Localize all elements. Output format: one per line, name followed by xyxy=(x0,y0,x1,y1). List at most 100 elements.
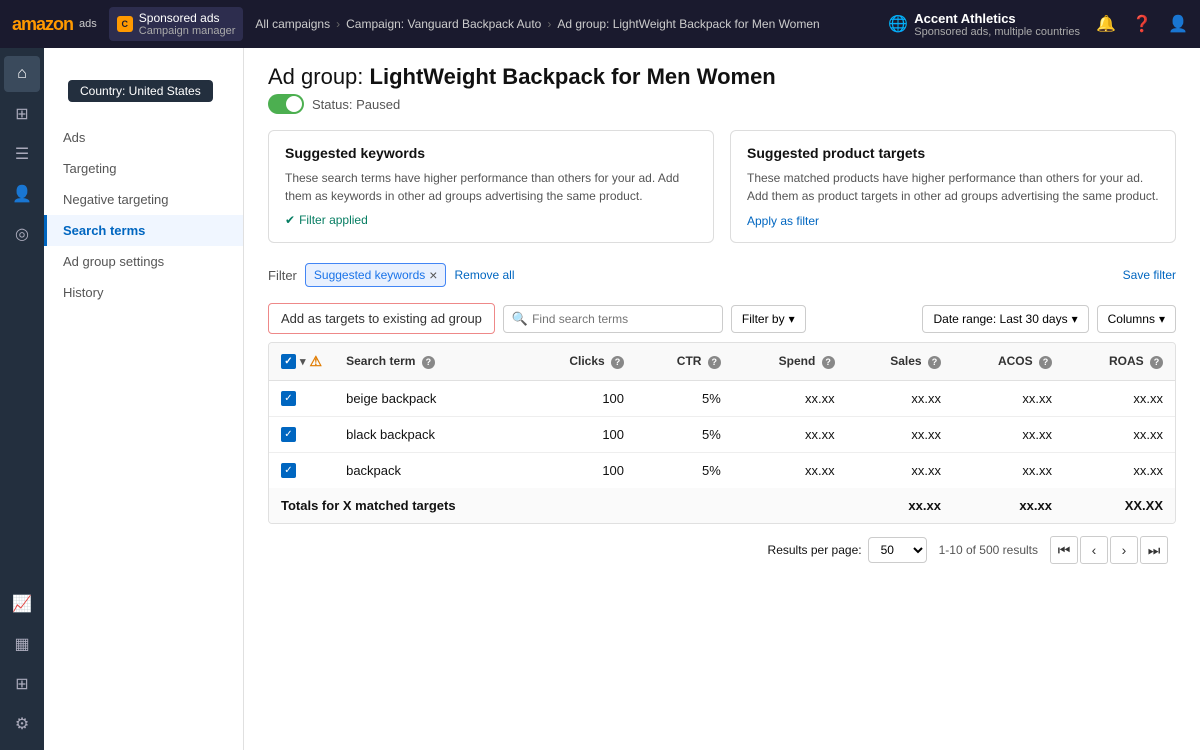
suggested-keywords-title: Suggested keywords xyxy=(285,145,697,161)
sidebar-chart-icon[interactable]: 📈 xyxy=(4,586,40,622)
suggestion-cards: Suggested keywords These search terms ha… xyxy=(268,130,1176,243)
cm-subtitle: Campaign manager xyxy=(139,25,236,37)
header-checkbox[interactable] xyxy=(281,354,296,369)
sidebar-list-icon[interactable]: ☰ xyxy=(4,136,40,172)
breadcrumb-campaign[interactable]: Campaign: Vanguard Backpack Auto xyxy=(346,17,541,31)
th-acos-info-icon[interactable]: ? xyxy=(1039,356,1052,369)
th-ctr-info-icon[interactable]: ? xyxy=(708,356,721,369)
row-roas: xx.xx xyxy=(1064,453,1175,489)
nav-right: 🌐 Accent Athletics Sponsored ads, multip… xyxy=(888,11,1188,38)
th-search-term-info-icon[interactable]: ? xyxy=(422,356,435,369)
amazon-logo: amazon ads xyxy=(12,14,97,35)
th-clicks-label: Clicks xyxy=(569,354,604,368)
nav-item-negative-targeting[interactable]: Negative targeting xyxy=(44,184,243,215)
cm-icon: C xyxy=(117,16,133,32)
country-badge[interactable]: Country: United States xyxy=(68,80,213,102)
th-search-term-label: Search term xyxy=(346,354,415,368)
row-clicks: 100 xyxy=(524,453,636,489)
nav-item-ad-group-settings[interactable]: Ad group settings xyxy=(44,246,243,277)
th-clicks: Clicks ? xyxy=(524,343,636,381)
page-title-bold: LightWeight Backpack for Men Women xyxy=(370,64,776,89)
nav-item-targeting[interactable]: Targeting xyxy=(44,153,243,184)
account-sub: Sponsored ads, multiple countries xyxy=(914,26,1080,38)
next-page-button[interactable]: › xyxy=(1110,536,1138,564)
pagination-row: Results per page: 50 25 100 1-10 of 500 … xyxy=(268,524,1176,576)
th-clicks-info-icon[interactable]: ? xyxy=(611,356,624,369)
th-sales-label: Sales xyxy=(890,354,921,368)
filter-chip-close-icon[interactable]: × xyxy=(429,267,437,283)
sidebar-grid-icon[interactable]: ⊞ xyxy=(4,96,40,132)
th-spend-info-icon[interactable]: ? xyxy=(822,356,835,369)
account-name: Accent Athletics xyxy=(914,11,1080,26)
th-roas-label: ROAS xyxy=(1109,354,1144,368)
sidebar-bar-icon[interactable]: ▦ xyxy=(4,626,40,662)
status-toggle[interactable] xyxy=(268,94,304,114)
nav-item-history[interactable]: History xyxy=(44,277,243,308)
account-info: 🌐 Accent Athletics Sponsored ads, multip… xyxy=(888,11,1080,38)
th-roas-info-icon[interactable]: ? xyxy=(1150,356,1163,369)
apply-filter-link[interactable]: Apply as filter xyxy=(747,214,819,228)
sidebar: ⌂ ⊞ ☰ 👤 ◎ 📈 ▦ ⊞ ⚙ xyxy=(0,48,44,750)
th-sales-info-icon[interactable]: ? xyxy=(928,356,941,369)
first-page-button[interactable]: ⏮ xyxy=(1050,536,1078,564)
row-ctr: 5% xyxy=(636,381,733,417)
row-spend: xx.xx xyxy=(733,453,847,489)
totals-clicks xyxy=(524,488,636,523)
main-content: Country: United States Ads Targeting Neg… xyxy=(44,48,1200,750)
sidebar-person-icon[interactable]: 👤 xyxy=(4,176,40,212)
row-roas: xx.xx xyxy=(1064,381,1175,417)
filter-row-left: Filter Suggested keywords × Remove all xyxy=(268,263,515,287)
checkmark-icon: ✔ xyxy=(285,213,295,227)
row-sales: xx.xx xyxy=(847,381,953,417)
th-roas: ROAS ? xyxy=(1064,343,1175,381)
toolbar: Add as targets to existing ad group 🔍 Fi… xyxy=(268,295,1176,342)
save-filter-link[interactable]: Save filter xyxy=(1123,268,1176,282)
filter-applied-text: Filter applied xyxy=(299,213,368,227)
filter-chip[interactable]: Suggested keywords × xyxy=(305,263,447,287)
help-icon[interactable]: ❓ xyxy=(1132,14,1152,34)
suggested-product-targets-title: Suggested product targets xyxy=(747,145,1159,161)
th-ctr: CTR ? xyxy=(636,343,733,381)
add-targets-button[interactable]: Add as targets to existing ad group xyxy=(268,303,495,334)
columns-chevron-icon: ▾ xyxy=(1159,312,1165,326)
results-per-page-select[interactable]: 50 25 100 xyxy=(868,537,927,563)
breadcrumb-all-campaigns[interactable]: All campaigns xyxy=(255,17,330,31)
row-checkbox[interactable] xyxy=(281,427,296,442)
data-table: ▾ ⚠ Search term ? Clicks ? xyxy=(269,343,1175,523)
totals-spend xyxy=(733,488,847,523)
sidebar-home-icon[interactable]: ⌂ xyxy=(4,56,40,92)
last-page-button[interactable]: ⏭ xyxy=(1140,536,1168,564)
totals-row: Totals for X matched targets xx.xx xx.xx… xyxy=(269,488,1175,523)
checkbox-dropdown-icon[interactable]: ▾ xyxy=(300,355,306,368)
remove-all-link[interactable]: Remove all xyxy=(454,268,514,282)
th-sales: Sales ? xyxy=(847,343,953,381)
breadcrumb-adgroup: Ad group: LightWeight Backpack for Men W… xyxy=(557,17,819,31)
row-checkbox[interactable] xyxy=(281,463,296,478)
sidebar-target-icon[interactable]: ◎ xyxy=(4,216,40,252)
date-range-button[interactable]: Date range: Last 30 days ▾ xyxy=(922,305,1088,333)
table-header-row: ▾ ⚠ Search term ? Clicks ? xyxy=(269,343,1175,381)
row-checkbox[interactable] xyxy=(281,391,296,406)
nav-item-search-terms[interactable]: Search terms xyxy=(44,215,243,246)
filter-by-button[interactable]: Filter by ▾ xyxy=(731,305,806,333)
search-input-wrap: 🔍 xyxy=(503,305,723,333)
totals-ctr xyxy=(636,488,733,523)
sidebar-settings-icon[interactable]: ⚙ xyxy=(4,706,40,742)
prev-page-button[interactable]: ‹ xyxy=(1080,536,1108,564)
logo-text: amazon xyxy=(12,14,73,35)
suggested-keywords-card: Suggested keywords These search terms ha… xyxy=(268,130,714,243)
notification-icon[interactable]: 🔔 xyxy=(1096,14,1116,34)
totals-sales: xx.xx xyxy=(847,488,953,523)
logo-sub: ads xyxy=(79,18,97,30)
cm-title: Sponsored ads xyxy=(139,11,236,25)
status-label: Status: Paused xyxy=(312,97,400,112)
row-spend: xx.xx xyxy=(733,381,847,417)
table-row: backpack 100 5% xx.xx xx.xx xx.xx xx.xx xyxy=(269,453,1175,489)
search-input[interactable] xyxy=(528,306,714,332)
columns-button[interactable]: Columns ▾ xyxy=(1097,305,1176,333)
nav-item-ads[interactable]: Ads xyxy=(44,122,243,153)
filter-row: Filter Suggested keywords × Remove all S… xyxy=(268,263,1176,287)
globe-icon: 🌐 xyxy=(888,14,908,34)
sidebar-apps-icon[interactable]: ⊞ xyxy=(4,666,40,702)
profile-icon[interactable]: 👤 xyxy=(1168,14,1188,34)
